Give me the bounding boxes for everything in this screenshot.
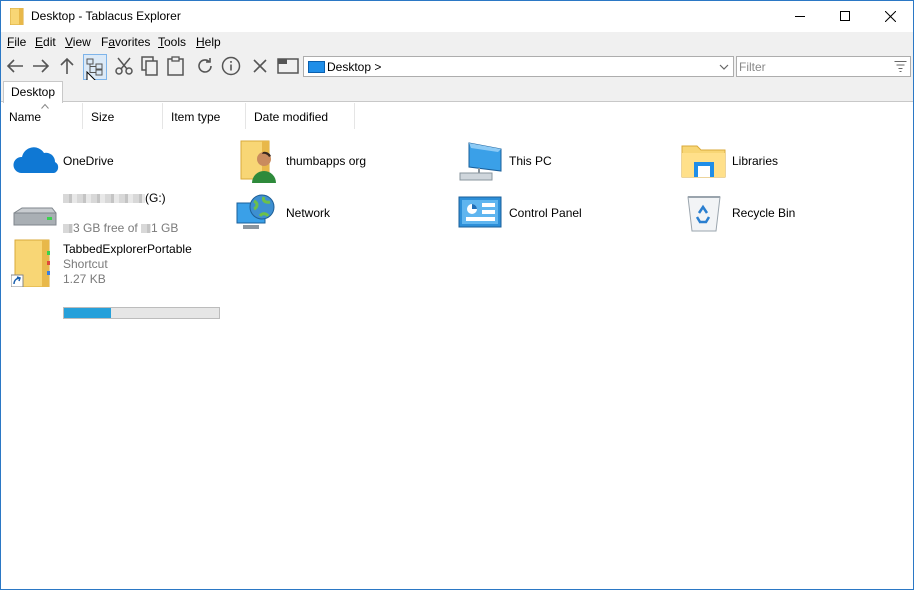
item-user-folder[interactable]: thumbapps org (234, 137, 444, 185)
menu-tools[interactable]: Tools (158, 35, 186, 49)
menu-edit[interactable]: Edit (35, 35, 56, 49)
item-label: This PC (509, 154, 552, 168)
paste-button[interactable] (164, 53, 188, 79)
minimize-icon (795, 16, 805, 17)
refresh-icon (198, 58, 212, 73)
arrow-left-icon (6, 59, 23, 73)
library-folder-icon (681, 145, 726, 178)
item-drive-g[interactable]: (G:) 3 GB free of 1 GB (11, 187, 226, 235)
item-label: OneDrive (63, 154, 114, 168)
column-size[interactable]: Size (83, 103, 163, 129)
window-title: Desktop - Tablacus Explorer (31, 9, 181, 23)
refresh-button[interactable] (193, 53, 217, 79)
menu-file[interactable]: File (7, 35, 26, 49)
clipboard-icon (167, 56, 184, 76)
copy-icon (141, 56, 158, 76)
window-icon (277, 58, 299, 74)
arrow-up-icon (60, 57, 74, 74)
desktop-icon (308, 61, 325, 73)
column-date-modified-label: Date modified (254, 110, 329, 124)
scissors-icon (115, 57, 133, 75)
maximize-button[interactable] (822, 1, 868, 31)
recycle-bin-icon (687, 196, 721, 232)
tab-strip: Desktop (1, 80, 913, 103)
arrow-right-icon (33, 59, 50, 73)
drive-usage-fill (64, 308, 111, 318)
folder-icon (10, 8, 24, 25)
item-label: Libraries (732, 154, 779, 168)
item-recycle-bin[interactable]: Recycle Bin (680, 189, 890, 237)
column-name-label: Name (9, 110, 42, 124)
menu-view[interactable]: View (65, 35, 91, 49)
network-icon (236, 194, 275, 229)
minimize-button[interactable] (777, 1, 823, 31)
file-list: Name Size Item type Date modified OneDri… (1, 103, 913, 589)
item-shortcut[interactable]: TabbedExplorerPortable Shortcut 1.27 KB (11, 239, 226, 291)
item-label: thumbapps org (286, 154, 367, 168)
item-label: TabbedExplorerPortable (63, 242, 192, 256)
filter-box (736, 56, 911, 77)
column-date-modified[interactable]: Date modified (246, 103, 355, 129)
column-size-label: Size (91, 110, 115, 124)
title-bar[interactable]: Desktop - Tablacus Explorer (1, 1, 913, 32)
tab-desktop[interactable]: Desktop (3, 81, 64, 103)
funnel-icon[interactable] (894, 60, 907, 73)
item-type: Shortcut (63, 257, 108, 271)
drive-label: (G:) (63, 191, 166, 205)
delete-button[interactable] (248, 53, 272, 79)
menu-help[interactable]: Help (196, 35, 221, 49)
drive-free-space: 3 GB free of 1 GB (63, 221, 178, 235)
column-item-type-label: Item type (171, 110, 221, 124)
item-size: 1.27 KB (63, 272, 106, 286)
user-folder-icon (240, 140, 276, 183)
item-label: Control Panel (509, 206, 582, 220)
sort-ascending-icon (41, 103, 49, 109)
menu-favorites[interactable]: Favorites (101, 35, 150, 49)
redacted-volume-name (63, 194, 145, 204)
item-label: Recycle Bin (732, 206, 796, 220)
item-network[interactable]: Network (234, 189, 444, 237)
item-control-panel[interactable]: Control Panel (457, 189, 667, 237)
address-text: Desktop > (327, 60, 382, 74)
shortcut-folder-icon (11, 239, 50, 287)
maximize-icon (840, 11, 850, 21)
column-item-type[interactable]: Item type (163, 103, 246, 129)
copy-button[interactable] (138, 53, 162, 79)
computer-icon (459, 142, 502, 181)
new-tab-button[interactable] (276, 53, 300, 79)
delete-x-icon (253, 59, 267, 73)
item-libraries[interactable]: Libraries (680, 137, 890, 185)
item-onedrive[interactable]: OneDrive (11, 137, 221, 185)
up-button[interactable] (55, 53, 79, 79)
close-button[interactable] (867, 1, 913, 31)
item-this-pc[interactable]: This PC (457, 137, 667, 185)
address-bar[interactable]: Desktop > (303, 56, 734, 77)
close-icon (884, 10, 896, 22)
app-window: Desktop - Tablacus Explorer File Edit Vi… (0, 0, 914, 590)
column-name[interactable]: Name (1, 103, 83, 129)
forward-button[interactable] (29, 53, 53, 79)
chevron-down-icon[interactable] (718, 59, 730, 74)
cloud-icon (13, 147, 59, 173)
item-label: Network (286, 206, 331, 220)
properties-button[interactable] (219, 53, 243, 79)
control-panel-icon (458, 196, 502, 228)
menu-bar: File Edit View Favorites Tools Help (1, 32, 913, 53)
info-icon (221, 56, 241, 76)
drive-usage-bar (63, 307, 220, 319)
toolbar: Desktop > (1, 53, 913, 92)
back-button[interactable] (3, 53, 27, 79)
cut-button[interactable] (112, 53, 136, 79)
filter-input[interactable] (739, 58, 889, 75)
